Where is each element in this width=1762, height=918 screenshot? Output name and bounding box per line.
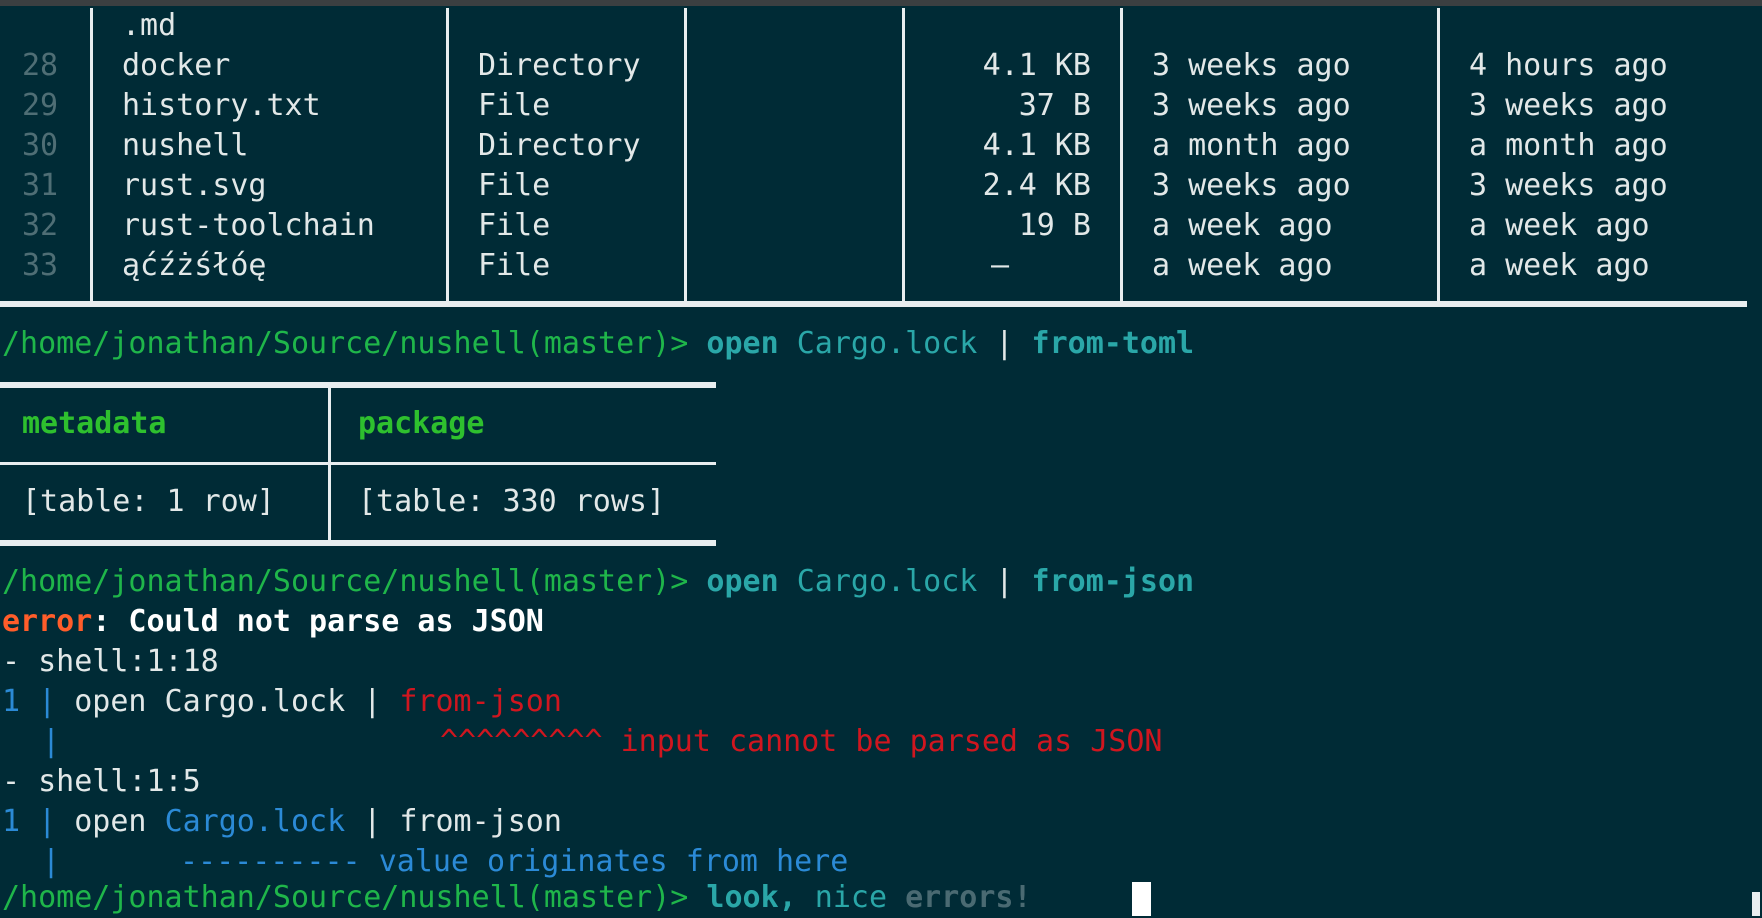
- table-column-divider: [328, 386, 331, 542]
- source-line-number: 1: [2, 804, 21, 839]
- row-name: history.txt: [122, 88, 321, 123]
- row-name: rust-toolchain: [122, 208, 375, 243]
- input-word: look,: [706, 880, 797, 915]
- error-header: error: Could not parse as JSON: [2, 602, 544, 642]
- prompt-path: /home/jonathan/Source/nushell(master)>: [2, 326, 707, 361]
- prompt-line: /home/jonathan/Source/nushell(master)> o…: [2, 324, 1194, 364]
- source-highlight: from-json: [399, 684, 562, 719]
- row-type: File: [478, 168, 551, 203]
- table-column-divider: [1120, 8, 1123, 302]
- row-type: Directory: [478, 128, 641, 163]
- row-modified: 3 weeks ago: [1469, 168, 1668, 203]
- row-modified: 4 hours ago: [1469, 48, 1668, 83]
- row-type: File: [478, 248, 551, 283]
- table-column-divider: [684, 8, 687, 302]
- row-accessed: a month ago: [1152, 128, 1351, 163]
- command-name: open: [706, 564, 779, 599]
- table-bottom-border: [0, 301, 1747, 307]
- row-size: 4.1 KB: [982, 48, 1091, 83]
- command-name: from-json: [1031, 564, 1195, 599]
- row-accessed: a week ago: [1152, 208, 1333, 243]
- row-accessed: a week ago: [1152, 248, 1333, 283]
- row-size: —: [991, 248, 1010, 283]
- row-index: 29: [22, 88, 59, 123]
- row-index: 30: [22, 128, 59, 163]
- row-name: docker: [122, 48, 231, 83]
- pipe-symbol: |: [977, 564, 1032, 599]
- gutter-bar: |: [42, 844, 61, 879]
- table-top-border: [0, 382, 716, 388]
- row-accessed: 3 weeks ago: [1152, 48, 1351, 83]
- error-message: : Could not parse as JSON: [92, 604, 544, 639]
- cell-metadata: [table: 1 row]: [22, 484, 275, 519]
- ls-partial-name: .md: [122, 8, 177, 43]
- table-column-divider: [446, 8, 449, 302]
- source-highlight: Cargo.lock: [164, 804, 346, 839]
- row-accessed: 3 weeks ago: [1152, 168, 1351, 203]
- input-suggestion: errors!: [905, 880, 1032, 915]
- table-column-divider: [1437, 8, 1440, 302]
- column-header-package: package: [358, 406, 485, 441]
- row-type: Directory: [478, 48, 641, 83]
- origin-message: value originates from here: [378, 844, 849, 879]
- source-text: open Cargo.lock |: [74, 684, 400, 719]
- row-index: 32: [22, 208, 59, 243]
- prompt-path: /home/jonathan/Source/nushell(master)>: [2, 564, 707, 599]
- row-modified: a week ago: [1469, 208, 1650, 243]
- table-column-divider: [90, 8, 93, 302]
- row-name: nushell: [122, 128, 249, 163]
- caret-message: input cannot be parsed as JSON: [620, 724, 1163, 759]
- column-header-metadata: metadata: [22, 406, 167, 441]
- row-modified: a month ago: [1469, 128, 1668, 163]
- row-size: 2.4 KB: [982, 168, 1091, 203]
- source-line-number: 1: [2, 684, 21, 719]
- error-label: error: [2, 604, 93, 639]
- table-header-separator: [0, 462, 716, 465]
- error-location: - shell:1:5: [2, 764, 201, 799]
- pipe-symbol: |: [977, 326, 1032, 361]
- scrollbar-thumb[interactable]: [1752, 892, 1760, 916]
- origin-marker: ---------- value originates from here: [180, 842, 848, 882]
- error-source-line: 1 | open Cargo.lock | from-json: [2, 682, 562, 722]
- caret-marker: ^^^^^^^^^: [440, 724, 603, 759]
- source-gutter: |: [20, 684, 75, 719]
- command-name: from-toml: [1031, 326, 1195, 361]
- row-name: ąćźżśłóę: [122, 248, 267, 283]
- window-top-bar: [0, 0, 1762, 6]
- table-bottom-border: [0, 540, 716, 546]
- source-gutter: |: [20, 804, 75, 839]
- row-index: 33: [22, 248, 59, 283]
- command-input-line[interactable]: /home/jonathan/Source/nushell(master)> l…: [2, 878, 1032, 918]
- row-size: 19 B: [1018, 208, 1091, 243]
- gutter-bar: |: [42, 724, 61, 759]
- row-size: 37 B: [1018, 88, 1091, 123]
- command-argument: Cargo.lock: [796, 564, 978, 599]
- origin-dashes: ----------: [180, 844, 361, 879]
- row-index: 31: [22, 168, 59, 203]
- row-type: File: [478, 88, 551, 123]
- row-modified: a week ago: [1469, 248, 1650, 283]
- command-name: open: [706, 326, 779, 361]
- input-word: nice: [814, 880, 888, 915]
- table-column-divider: [902, 8, 905, 302]
- row-index: 28: [22, 48, 59, 83]
- error-source-line: 1 | open Cargo.lock | from-json: [2, 802, 562, 842]
- command-argument: Cargo.lock: [796, 326, 978, 361]
- source-text: open: [74, 804, 165, 839]
- source-text: | from-json: [345, 804, 562, 839]
- cell-package: [table: 330 rows]: [358, 484, 666, 519]
- row-modified: 3 weeks ago: [1469, 88, 1668, 123]
- error-carets: ^^^^^^^^^ input cannot be parsed as JSON: [440, 722, 1162, 762]
- row-size: 4.1 KB: [982, 128, 1091, 163]
- row-accessed: 3 weeks ago: [1152, 88, 1351, 123]
- text-cursor: [1132, 882, 1151, 916]
- prompt-line: /home/jonathan/Source/nushell(master)> o…: [2, 562, 1194, 602]
- row-name: rust.svg: [122, 168, 267, 203]
- error-location: - shell:1:18: [2, 644, 219, 679]
- row-type: File: [478, 208, 551, 243]
- prompt-path: /home/jonathan/Source/nushell(master)>: [2, 880, 707, 915]
